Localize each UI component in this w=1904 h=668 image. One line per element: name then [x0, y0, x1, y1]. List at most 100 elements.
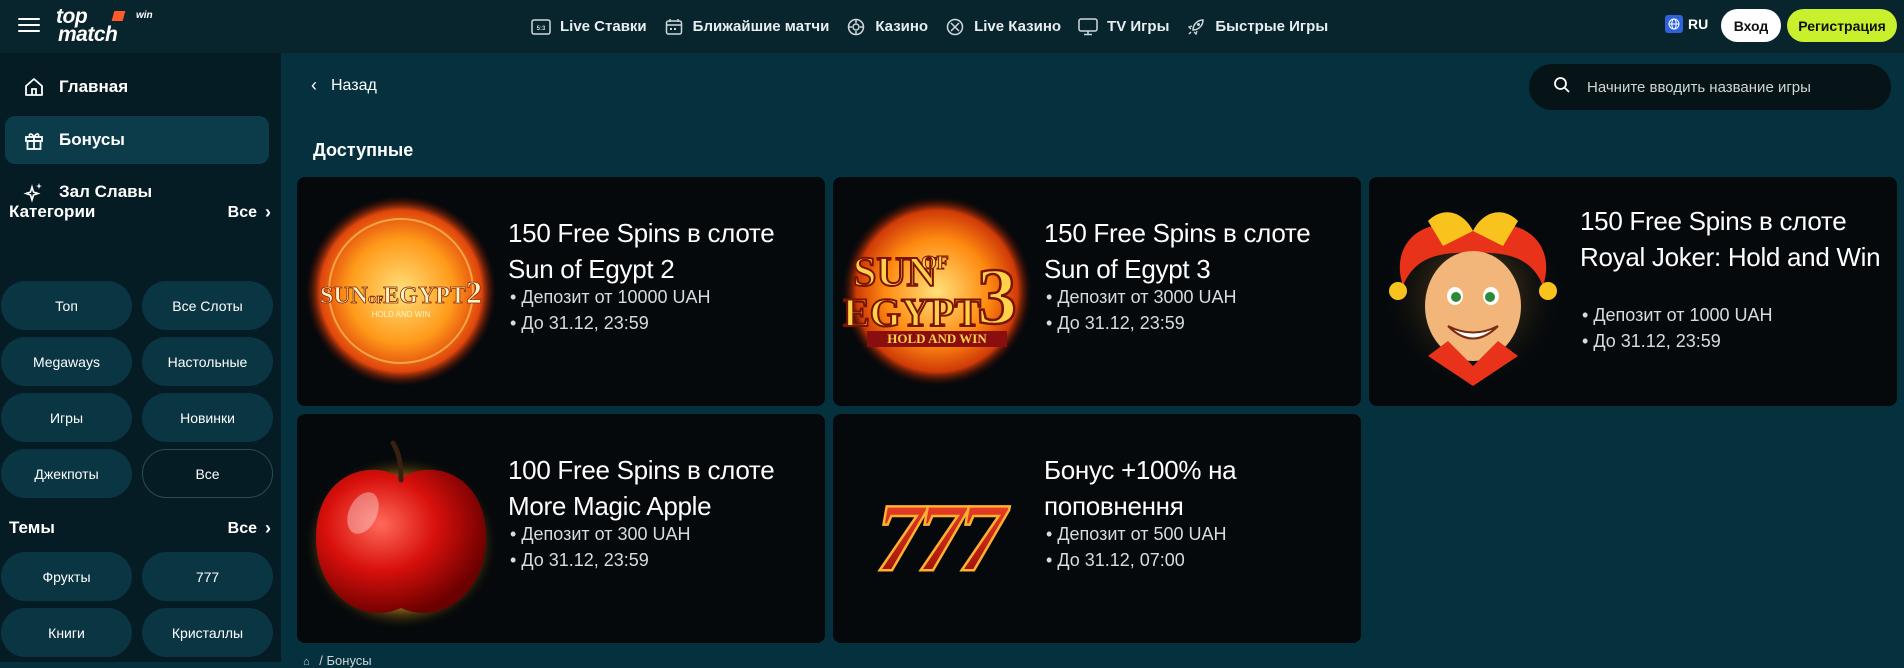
art-text: OF [368, 294, 384, 306]
nav-label: TV Игры [1107, 18, 1170, 35]
category-table[interactable]: Настольные [142, 337, 273, 386]
search-input[interactable]: Начните вводить название игры [1529, 64, 1891, 110]
top-header: top win match 5:3 Live Ставки Ближайшие … [0, 0, 1904, 53]
theme-crystals[interactable]: Кристаллы [142, 608, 273, 657]
bonus-deposit-text: Депозит от 10000 UAH [521, 287, 711, 307]
bonus-deposit: • Депозит от 1000 UAH [1582, 305, 1773, 325]
back-label: Назад [331, 76, 377, 94]
theme-books[interactable]: Книги [1, 608, 132, 657]
category-jackpots[interactable]: Джекпоты [1, 449, 132, 498]
triple-seven-image: 777 [837, 428, 1037, 628]
casino-chip-icon [846, 17, 866, 37]
art-text: 777 [876, 484, 1011, 592]
category-games[interactable]: Игры [1, 393, 132, 442]
bonus-title: 150 Free Spins в слоте Royal Joker: Hold… [1580, 206, 1881, 272]
live-bets-icon: 5:3 [531, 17, 551, 37]
bonus-title: Бонус +100% на поповнення [1044, 455, 1237, 521]
art-text: SUN [320, 283, 369, 309]
art-text: OF [921, 252, 949, 274]
nav-label: Ближайшие матчи [692, 18, 830, 35]
back-button[interactable]: ‹ Назад [311, 75, 377, 96]
categories-all-link[interactable]: Все › [228, 202, 271, 223]
bonus-card[interactable]: 100 Free Spins в слоте More Magic Apple … [297, 414, 825, 643]
language-label: RU [1688, 16, 1709, 32]
bonus-card[interactable]: 150 Free Spins в слоте Royal Joker: Hold… [1369, 177, 1897, 406]
home-icon [23, 76, 45, 98]
nav-fast-games[interactable]: Быстрые Игры [1186, 0, 1328, 53]
bonus-card[interactable]: SUN OF EGYPT 3 HOLD AND WIN 150 Free Spi… [833, 177, 1361, 406]
live-casino-icon [945, 17, 965, 37]
calendar-icon [664, 17, 684, 37]
nav-label: Быстрые Игры [1215, 18, 1329, 35]
language-selector[interactable]: RU [1665, 15, 1708, 33]
art-text: HOLD AND WIN [887, 331, 987, 346]
main-content: ‹ Назад Начните вводить название игры До… [281, 53, 1904, 668]
bonus-deposit-text: Депозит от 1000 UAH [1593, 305, 1773, 325]
bonus-title: 150 Free Spins в слоте Sun of Egypt 2 [508, 218, 775, 284]
gift-icon [23, 129, 45, 151]
menu-icon[interactable] [18, 14, 40, 36]
logo-flag-icon [111, 11, 126, 21]
art-text: HOLD AND WIN [372, 310, 431, 319]
sidebar: Главная Бонусы Зал Славы Категории Все › … [0, 53, 281, 662]
rocket-icon [1186, 17, 1206, 37]
bonus-until-text: До 31.12, 07:00 [1057, 550, 1185, 570]
nav-upcoming-matches[interactable]: Ближайшие матчи [664, 0, 830, 53]
art-text: EGYPT [843, 290, 981, 335]
section-title: Доступные [313, 140, 414, 160]
category-top[interactable]: Топ [1, 281, 132, 330]
chevron-left-icon: ‹ [311, 75, 317, 95]
category-all[interactable]: Все [142, 449, 273, 498]
home-icon[interactable]: ⌂ [303, 656, 310, 668]
chevron-right-icon: › [265, 518, 271, 538]
nav-label: Live Ставки [560, 18, 647, 35]
nav-casino[interactable]: Казино [846, 0, 928, 53]
category-megaways[interactable]: Megaways [1, 337, 132, 386]
bonus-deposit: • Депозит от 10000 UAH [510, 287, 711, 307]
bonus-deposit-text: Депозит от 300 UAH [521, 524, 691, 544]
category-new[interactable]: Новинки [142, 393, 273, 442]
all-label: Все [227, 203, 257, 221]
categories-header: Категории Все › [9, 202, 271, 223]
bonus-until-text: До 31.12, 23:59 [1057, 313, 1185, 333]
login-button[interactable]: Вход [1721, 9, 1781, 42]
bonus-until-text: До 31.12, 23:59 [521, 313, 649, 333]
bonus-until-text: До 31.12, 23:59 [521, 550, 649, 570]
search-placeholder: Начните вводить название игры [1587, 78, 1811, 96]
themes-header: Темы Все › [9, 518, 271, 539]
sun-of-egypt-3-image: SUN OF EGYPT 3 HOLD AND WIN [837, 191, 1037, 391]
categories-title: Категории [9, 202, 96, 221]
sidebar-item-home[interactable]: Главная [5, 63, 269, 111]
sidebar-item-label: Зал Славы [59, 182, 153, 201]
sidebar-item-bonuses[interactable]: Бонусы [5, 116, 269, 164]
art-text: 3 [977, 253, 1017, 341]
sidebar-item-label: Бонусы [59, 130, 125, 149]
bonus-deposit-text: Депозит от 3000 UAH [1057, 287, 1237, 307]
bonus-deposit: • Депозит от 500 UAH [1046, 524, 1227, 544]
theme-fruits[interactable]: Фрукты [1, 552, 132, 601]
themes-all-link[interactable]: Все › [228, 518, 271, 539]
royal-joker-image [1373, 191, 1573, 391]
bonus-title: 100 Free Spins в слоте More Magic Apple [508, 455, 775, 521]
register-button[interactable]: Регистрация [1787, 9, 1897, 42]
bonus-deposit: • Депозит от 3000 UAH [1046, 287, 1237, 307]
sidebar-item-label: Главная [59, 77, 129, 96]
nav-live-bets[interactable]: 5:3 Live Ставки [531, 0, 647, 53]
all-label: Все [227, 519, 257, 537]
themes-title: Темы [9, 518, 55, 537]
nav-label: Казино [875, 18, 929, 35]
bonus-card[interactable]: SUNOFEGYPT2 HOLD AND WIN 150 Free Spins … [297, 177, 825, 406]
bonus-until: • До 31.12, 23:59 [510, 313, 649, 333]
bonus-card[interactable]: 777 Бонус +100% на поповнення • Депозит … [833, 414, 1361, 643]
logo[interactable]: top win match [56, 6, 166, 46]
theme-777[interactable]: 777 [142, 552, 273, 601]
chevron-right-icon: › [265, 202, 271, 222]
bonus-until: • До 31.12, 23:59 [1582, 331, 1721, 351]
category-all-slots[interactable]: Все Слоты [142, 281, 273, 330]
nav-label: Live Казино [974, 18, 1062, 35]
nav-tv-games[interactable]: TV Игры [1078, 0, 1169, 53]
tv-icon [1078, 17, 1098, 37]
sparkle-icon [23, 181, 45, 203]
nav-live-casino[interactable]: Live Казино [945, 0, 1061, 53]
bonus-deposit: • Депозит от 300 UAH [510, 524, 691, 544]
